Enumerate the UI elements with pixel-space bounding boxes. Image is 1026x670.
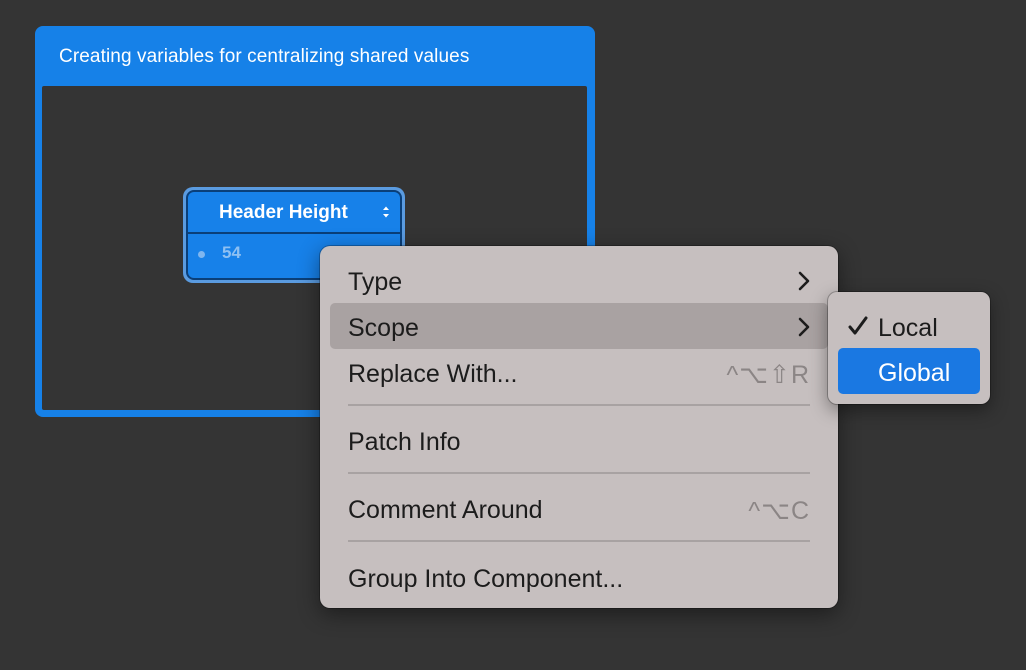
up-down-stepper-icon[interactable] <box>381 204 391 220</box>
submenu-item-global[interactable]: Global <box>838 348 980 394</box>
submenu-item-label: Global <box>878 359 951 387</box>
menu-item-scope[interactable]: Scope <box>330 303 828 349</box>
menu-item-shortcut: ^⌥⇧R <box>726 361 810 389</box>
menu-item-label: Comment Around <box>348 496 543 524</box>
menu-separator <box>348 472 810 474</box>
chevron-right-icon <box>798 317 810 337</box>
chevron-right-icon <box>798 271 810 291</box>
patch-value: 54 <box>222 243 241 262</box>
menu-item-label: Group Into Component... <box>348 565 624 593</box>
context-menu: Type Scope Replace With... ^⌥⇧R Patch In… <box>320 246 838 608</box>
menu-item-label: Replace With... <box>348 360 518 388</box>
menu-separator <box>348 404 810 406</box>
menu-item-replace-with[interactable]: Replace With... ^⌥⇧R <box>330 349 828 395</box>
menu-item-comment-around[interactable]: Comment Around ^⌥C <box>330 485 828 531</box>
patch-header[interactable]: Header Height <box>188 192 400 232</box>
menu-item-type[interactable]: Type <box>330 257 828 303</box>
menu-item-patch-info[interactable]: Patch Info <box>330 417 828 463</box>
patch-title: Header Height <box>219 202 348 223</box>
submenu-item-local[interactable]: Local <box>838 303 980 349</box>
menu-item-group-into-component[interactable]: Group Into Component... <box>330 554 828 600</box>
submenu-item-label: Local <box>878 314 938 342</box>
scope-submenu: Local Global <box>828 292 990 404</box>
checkmark-icon <box>848 316 868 335</box>
menu-item-label: Type <box>348 268 403 296</box>
menu-item-label: Patch Info <box>348 428 461 456</box>
menu-item-label: Scope <box>348 314 419 342</box>
menu-separator <box>348 540 810 542</box>
menu-item-shortcut: ^⌥C <box>748 497 810 525</box>
comment-title[interactable]: Creating variables for centralizing shar… <box>59 46 469 68</box>
output-port-icon[interactable] <box>198 251 205 258</box>
